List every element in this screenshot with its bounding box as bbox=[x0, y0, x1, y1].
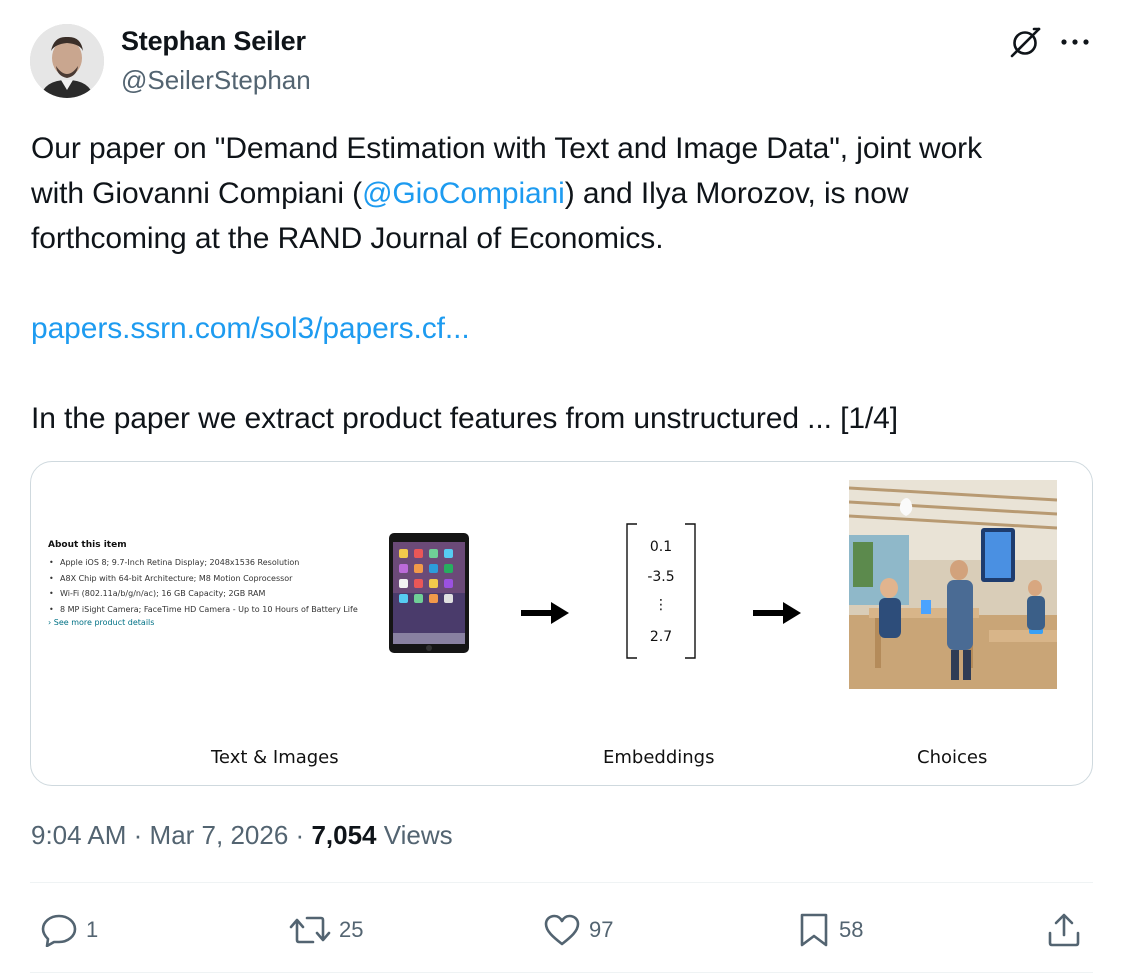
avatar-photo bbox=[30, 24, 104, 98]
tweet-media-image[interactable]: About this item Apple iOS 8; 9.7-Inch Re… bbox=[30, 461, 1093, 786]
about-list: Apple iOS 8; 9.7-Inch Retina Display; 20… bbox=[48, 555, 388, 617]
tweet-line: forthcoming at the RAND Journal of Econo… bbox=[31, 222, 664, 255]
grok-icon[interactable] bbox=[1008, 24, 1044, 60]
divider bbox=[30, 882, 1093, 883]
tweet-meta: 9:04 AM · Mar 7, 2026 · 7,054 Views bbox=[31, 820, 453, 851]
meta-separator: · bbox=[295, 820, 305, 850]
arrow-right-icon bbox=[753, 602, 803, 624]
heart-icon bbox=[544, 914, 580, 946]
more-icon[interactable] bbox=[1058, 30, 1092, 54]
reply-count: 1 bbox=[86, 917, 99, 942]
tweet-line: In the paper we extract product features… bbox=[31, 402, 898, 435]
tweet-text-fragment: with Giovanni Compiani ( bbox=[31, 177, 363, 210]
views-label: Views bbox=[383, 820, 453, 850]
see-more-details: › See more product details bbox=[48, 618, 155, 627]
author-handle[interactable]: @SeilerStephan bbox=[121, 65, 311, 96]
embedding-value: 2.7 bbox=[649, 629, 673, 645]
tweet-text: Our paper on "Demand Estimation with Tex… bbox=[31, 126, 1091, 441]
share-button[interactable] bbox=[1046, 910, 1082, 950]
repost-icon bbox=[289, 916, 331, 944]
mention-link[interactable]: @GioCompiani bbox=[362, 177, 565, 210]
arrow-right-icon bbox=[521, 602, 571, 624]
caption-choices: Choices bbox=[917, 747, 988, 768]
like-button[interactable]: 97 bbox=[543, 910, 613, 950]
views-count: 7,054 bbox=[311, 820, 377, 850]
tweet-line: with Giovanni Compiani (@GioCompiani) an… bbox=[31, 171, 1091, 216]
tweet-time[interactable]: 9:04 AM bbox=[31, 820, 126, 850]
share-icon bbox=[1048, 913, 1080, 947]
about-title: About this item bbox=[48, 540, 127, 550]
about-item: 8 MP iSight Camera; FaceTime HD Camera -… bbox=[49, 602, 388, 618]
caption-embeddings: Embeddings bbox=[603, 747, 715, 768]
reply-button[interactable]: 1 bbox=[40, 910, 98, 950]
about-item: Wi-Fi (802.11a/b/g/n/ac); 16 GB Capacity… bbox=[49, 586, 388, 602]
paper-link[interactable]: papers.ssrn.com/sol3/papers.cf... bbox=[31, 306, 1091, 351]
bookmark-icon bbox=[800, 913, 828, 947]
bookmark-count: 58 bbox=[839, 917, 864, 942]
ipad-illustration bbox=[389, 533, 469, 653]
embedding-vector: 0.1 -3.5 ⋮ 2.7 bbox=[625, 522, 697, 660]
tweet-line: Our paper on "Demand Estimation with Tex… bbox=[31, 132, 982, 165]
repost-button[interactable]: 25 bbox=[289, 910, 363, 950]
author-display-name[interactable]: Stephan Seiler bbox=[121, 26, 306, 57]
caption-text-images: Text & Images bbox=[211, 747, 339, 768]
product-description: About this item Apple iOS 8; 9.7-Inch Re… bbox=[48, 540, 388, 627]
meta-separator: · bbox=[133, 820, 143, 850]
author-avatar[interactable] bbox=[30, 24, 104, 98]
divider bbox=[30, 972, 1093, 973]
about-item: Apple iOS 8; 9.7-Inch Retina Display; 20… bbox=[49, 555, 388, 571]
embedding-value: 0.1 bbox=[649, 539, 673, 555]
embedding-value: -3.5 bbox=[647, 569, 675, 585]
reply-icon bbox=[41, 914, 77, 947]
repost-count: 25 bbox=[339, 917, 364, 942]
about-item: A8X Chip with 64-bit Architecture; M8 Mo… bbox=[49, 571, 388, 587]
like-count: 97 bbox=[589, 917, 614, 942]
tweet-text-fragment: ) and Ilya Morozov, is now bbox=[564, 177, 909, 210]
bookmark-button[interactable]: 58 bbox=[797, 910, 863, 950]
tweet-date[interactable]: Mar 7, 2026 bbox=[150, 820, 289, 850]
apple-store-scene bbox=[848, 480, 1058, 689]
embedding-ellipsis: ⋮ bbox=[654, 597, 668, 613]
